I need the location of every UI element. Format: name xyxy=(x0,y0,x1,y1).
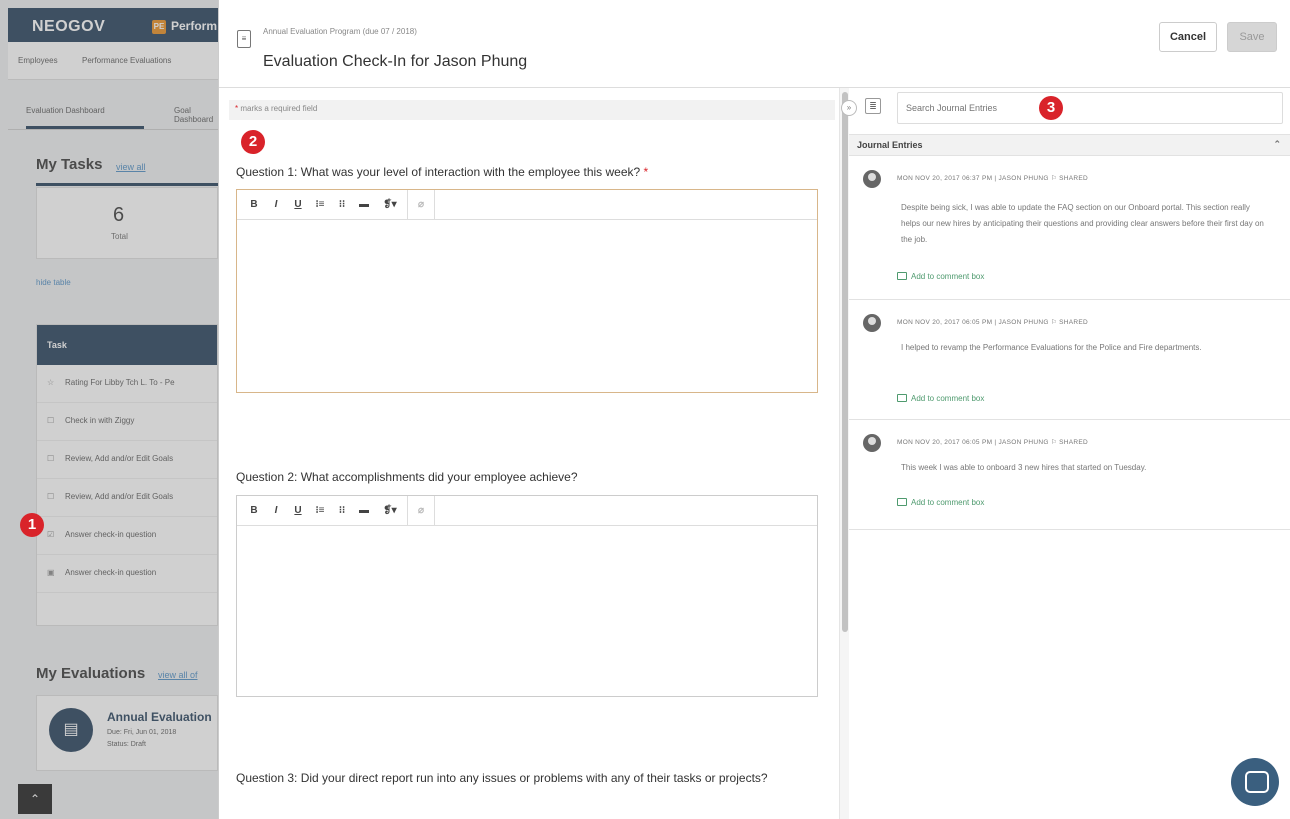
bold-button[interactable]: B xyxy=(243,500,265,522)
add-to-comment-label: Add to comment box xyxy=(911,498,985,507)
avatar xyxy=(863,434,881,452)
underline-button[interactable]: U xyxy=(287,194,309,216)
editor-toolbar: B I U ⁝≡ ⁝⁝ ▬ ❡▾ ⌀ xyxy=(237,495,817,526)
question-2-editor[interactable]: B I U ⁝≡ ⁝⁝ ▬ ❡▾ ⌀ xyxy=(236,495,818,697)
add-to-comment-link[interactable]: Add to comment box xyxy=(897,394,984,403)
underline-button[interactable]: U xyxy=(287,500,309,522)
question-1-text: Question 1: What was your level of inter… xyxy=(236,165,641,179)
link-button[interactable]: ⌀ xyxy=(410,194,432,216)
horizontal-rule-button[interactable]: ▬ xyxy=(353,500,375,522)
cancel-button[interactable]: Cancel xyxy=(1159,22,1217,52)
required-marker: * xyxy=(643,165,649,179)
comment-icon xyxy=(897,498,907,506)
avatar xyxy=(863,170,881,188)
annotation-badge-3: 3 xyxy=(1039,96,1063,120)
italic-button[interactable]: I xyxy=(265,500,287,522)
journal-entry: MON NOV 20, 2017 06:05 PM | JASON PHUNG … xyxy=(849,300,1290,420)
bullet-list-button[interactable]: ⁝⁝ xyxy=(331,500,353,522)
annotation-badge-1: 1 xyxy=(20,513,44,537)
toolbar-divider xyxy=(434,495,435,526)
document-icon: ≡ xyxy=(237,30,251,48)
collapse-panel-icon[interactable]: » xyxy=(841,100,857,116)
journal-search-input[interactable] xyxy=(897,92,1283,124)
entry-text: I helped to revamp the Performance Evalu… xyxy=(901,343,1202,352)
horizontal-rule-button[interactable]: ▬ xyxy=(353,194,375,216)
breadcrumb[interactable]: Annual Evaluation Program (due 07 / 2018… xyxy=(263,27,417,36)
save-button[interactable]: Save xyxy=(1227,22,1277,52)
modal-overlay xyxy=(0,0,218,819)
entry-meta: MON NOV 20, 2017 06:37 PM | JASON PHUNG … xyxy=(897,175,1088,182)
toolbar-divider xyxy=(434,189,435,220)
ordered-list-button[interactable]: ⁝≡ xyxy=(309,194,331,216)
journal-entries-title: Journal Entries xyxy=(857,140,923,150)
add-to-comment-link[interactable]: Add to comment box xyxy=(897,272,984,281)
chevron-up-icon[interactable]: ⌃ xyxy=(1273,139,1281,150)
toolbar-divider xyxy=(407,495,408,526)
question-2-label: Question 2: What accomplishments did you… xyxy=(236,470,578,484)
page-title: Evaluation Check-In for Jason Phung xyxy=(263,53,528,70)
journal-entry: MON NOV 20, 2017 06:37 PM | JASON PHUNG … xyxy=(849,156,1290,300)
form-scrollbar[interactable] xyxy=(839,88,849,819)
entry-text: This week I was able to onboard 3 new hi… xyxy=(901,463,1147,472)
bold-button[interactable]: B xyxy=(243,194,265,216)
ordered-list-button[interactable]: ⁝≡ xyxy=(309,500,331,522)
italic-button[interactable]: I xyxy=(265,194,287,216)
chat-icon[interactable] xyxy=(1231,758,1279,806)
required-field-note: * marks a required field xyxy=(229,100,835,120)
check-in-modal: ≡ Annual Evaluation Program (due 07 / 20… xyxy=(218,0,1290,819)
modal-header: ≡ Annual Evaluation Program (due 07 / 20… xyxy=(219,0,1290,88)
scrollbar-thumb[interactable] xyxy=(842,92,848,632)
add-to-comment-link[interactable]: Add to comment box xyxy=(897,498,984,507)
bullet-list-button[interactable]: ⁝⁝ xyxy=(331,194,353,216)
avatar xyxy=(863,314,881,332)
toolbar-divider xyxy=(407,189,408,220)
link-button[interactable]: ⌀ xyxy=(410,500,432,522)
entry-meta: MON NOV 20, 2017 06:05 PM | JASON PHUNG … xyxy=(897,319,1088,326)
entry-meta: MON NOV 20, 2017 06:05 PM | JASON PHUNG … xyxy=(897,439,1088,446)
required-note-text: marks a required field xyxy=(240,104,318,113)
question-form: * marks a required field 2 Question 1: W… xyxy=(219,88,839,819)
journal-entry: MON NOV 20, 2017 06:05 PM | JASON PHUNG … xyxy=(849,420,1290,530)
entry-text: Despite being sick, I was able to update… xyxy=(901,203,1264,244)
comment-icon xyxy=(897,394,907,402)
annotation-badge-2: 2 xyxy=(241,130,265,154)
add-to-comment-label: Add to comment box xyxy=(911,272,985,281)
question-1-editor[interactable]: B I U ⁝≡ ⁝⁝ ▬ ❡▾ ⌀ xyxy=(236,189,818,393)
paragraph-style-dropdown[interactable]: ❡▾ xyxy=(375,194,405,216)
add-to-comment-label: Add to comment box xyxy=(911,394,985,403)
journal-entries-header[interactable]: Journal Entries ⌃ xyxy=(849,134,1290,156)
comment-icon xyxy=(897,272,907,280)
question-1-label: Question 1: What was your level of inter… xyxy=(236,164,816,181)
journal-panel: » ≣ 3 Journal Entries ⌃ MON NOV 20, 2017 … xyxy=(841,88,1290,819)
paragraph-style-dropdown[interactable]: ❡▾ xyxy=(375,500,405,522)
list-icon[interactable]: ≣ xyxy=(865,98,881,114)
question-3-label: Question 3: Did your direct report run i… xyxy=(236,771,768,785)
editor-toolbar: B I U ⁝≡ ⁝⁝ ▬ ❡▾ ⌀ xyxy=(237,189,817,220)
